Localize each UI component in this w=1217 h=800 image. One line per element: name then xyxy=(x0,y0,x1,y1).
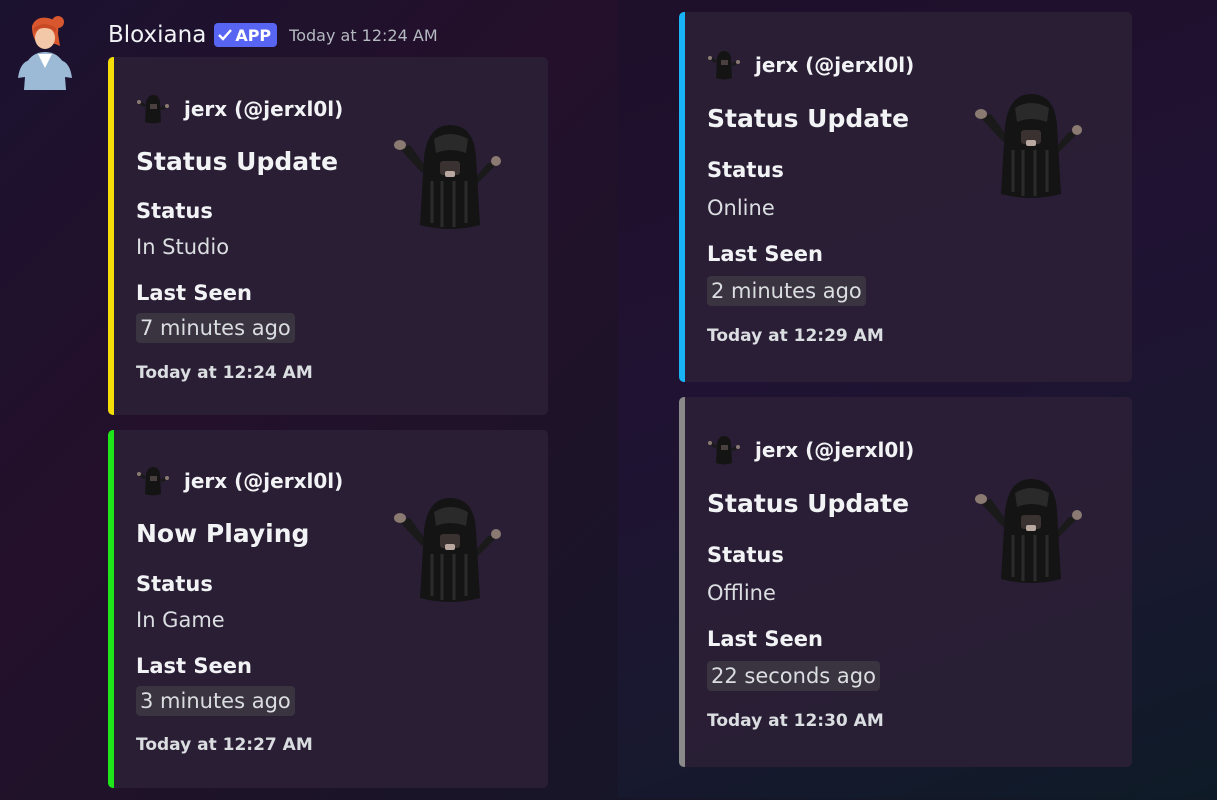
embed-accent-bar xyxy=(679,12,685,382)
embed-footer-timestamp: Today at 12:29 AM xyxy=(707,326,884,346)
app-badge-label: APP xyxy=(235,25,272,45)
message-username[interactable]: Bloxiana xyxy=(108,22,206,48)
embed-footer-timestamp: Today at 12:24 AM xyxy=(136,363,313,383)
embed-footer-timestamp: Today at 12:30 AM xyxy=(707,711,884,731)
last-seen-label: Last Seen xyxy=(707,242,823,266)
roblox-avatar-icon xyxy=(136,464,170,498)
left-panel: Bloxiana APP Today at 12:24 AM jerx (@je… xyxy=(0,0,618,800)
roblox-character-thumbnail[interactable] xyxy=(969,471,1089,591)
status-value: In Game xyxy=(136,608,225,632)
embed-author: jerx (@jerxl0l) xyxy=(707,48,914,82)
embed-author: jerx (@jerxl0l) xyxy=(136,92,343,126)
embed-title: Status Update xyxy=(707,489,910,518)
roblox-avatar-icon xyxy=(707,48,741,82)
last-seen-value: 7 minutes ago xyxy=(136,313,295,343)
status-value: In Studio xyxy=(136,235,230,259)
roblox-character-thumbnail[interactable] xyxy=(969,86,1089,206)
roblox-character-thumbnail[interactable] xyxy=(388,490,508,610)
last-seen-label: Last Seen xyxy=(707,627,823,651)
embed-title: Status Update xyxy=(136,147,339,176)
embed-accent-bar xyxy=(108,57,114,415)
embed-accent-bar xyxy=(679,397,685,767)
embed-author-name[interactable]: jerx (@jerxl0l) xyxy=(184,97,343,121)
status-embed: jerx (@jerxl0l) Status Update Status Off… xyxy=(679,397,1132,767)
embed-author-name[interactable]: jerx (@jerxl0l) xyxy=(184,469,343,493)
status-label: Status xyxy=(136,572,213,596)
embed-title: Now Playing xyxy=(136,519,310,548)
message-timestamp[interactable]: Today at 12:24 AM xyxy=(289,26,437,45)
status-label: Status xyxy=(707,543,784,567)
status-value: Online xyxy=(707,196,775,220)
embed-author-name[interactable]: jerx (@jerxl0l) xyxy=(755,438,914,462)
last-seen-label: Last Seen xyxy=(136,654,252,678)
status-embed: jerx (@jerxl0l) Now Playing Status In Ga… xyxy=(108,430,548,788)
embed-author: jerx (@jerxl0l) xyxy=(707,433,914,467)
embed-footer-timestamp: Today at 12:27 AM xyxy=(136,735,313,755)
last-seen-value: 2 minutes ago xyxy=(707,276,866,306)
last-seen-value: 22 seconds ago xyxy=(707,661,880,691)
app-badge: APP xyxy=(214,23,278,47)
status-label: Status xyxy=(707,158,784,182)
embed-title: Status Update xyxy=(707,104,910,133)
status-value: Offline xyxy=(707,581,776,605)
right-panel: jerx (@jerxl0l) Status Update Status Onl… xyxy=(618,0,1217,798)
roblox-character-thumbnail[interactable] xyxy=(388,117,508,237)
message-header: Bloxiana APP Today at 12:24 AM xyxy=(108,20,438,50)
status-embed: jerx (@jerxl0l) Status Update Status Onl… xyxy=(679,12,1132,382)
roblox-avatar-icon xyxy=(136,92,170,126)
embed-author-name[interactable]: jerx (@jerxl0l) xyxy=(755,53,914,77)
roblox-avatar-icon xyxy=(707,433,741,467)
bot-avatar[interactable] xyxy=(14,16,76,90)
last-seen-value: 3 minutes ago xyxy=(136,686,295,716)
embed-author: jerx (@jerxl0l) xyxy=(136,464,343,498)
status-embed: jerx (@jerxl0l) Status Update Status In … xyxy=(108,57,548,415)
checkmark-icon xyxy=(218,29,233,41)
embed-accent-bar xyxy=(108,430,114,788)
status-label: Status xyxy=(136,199,213,223)
last-seen-label: Last Seen xyxy=(136,281,252,305)
